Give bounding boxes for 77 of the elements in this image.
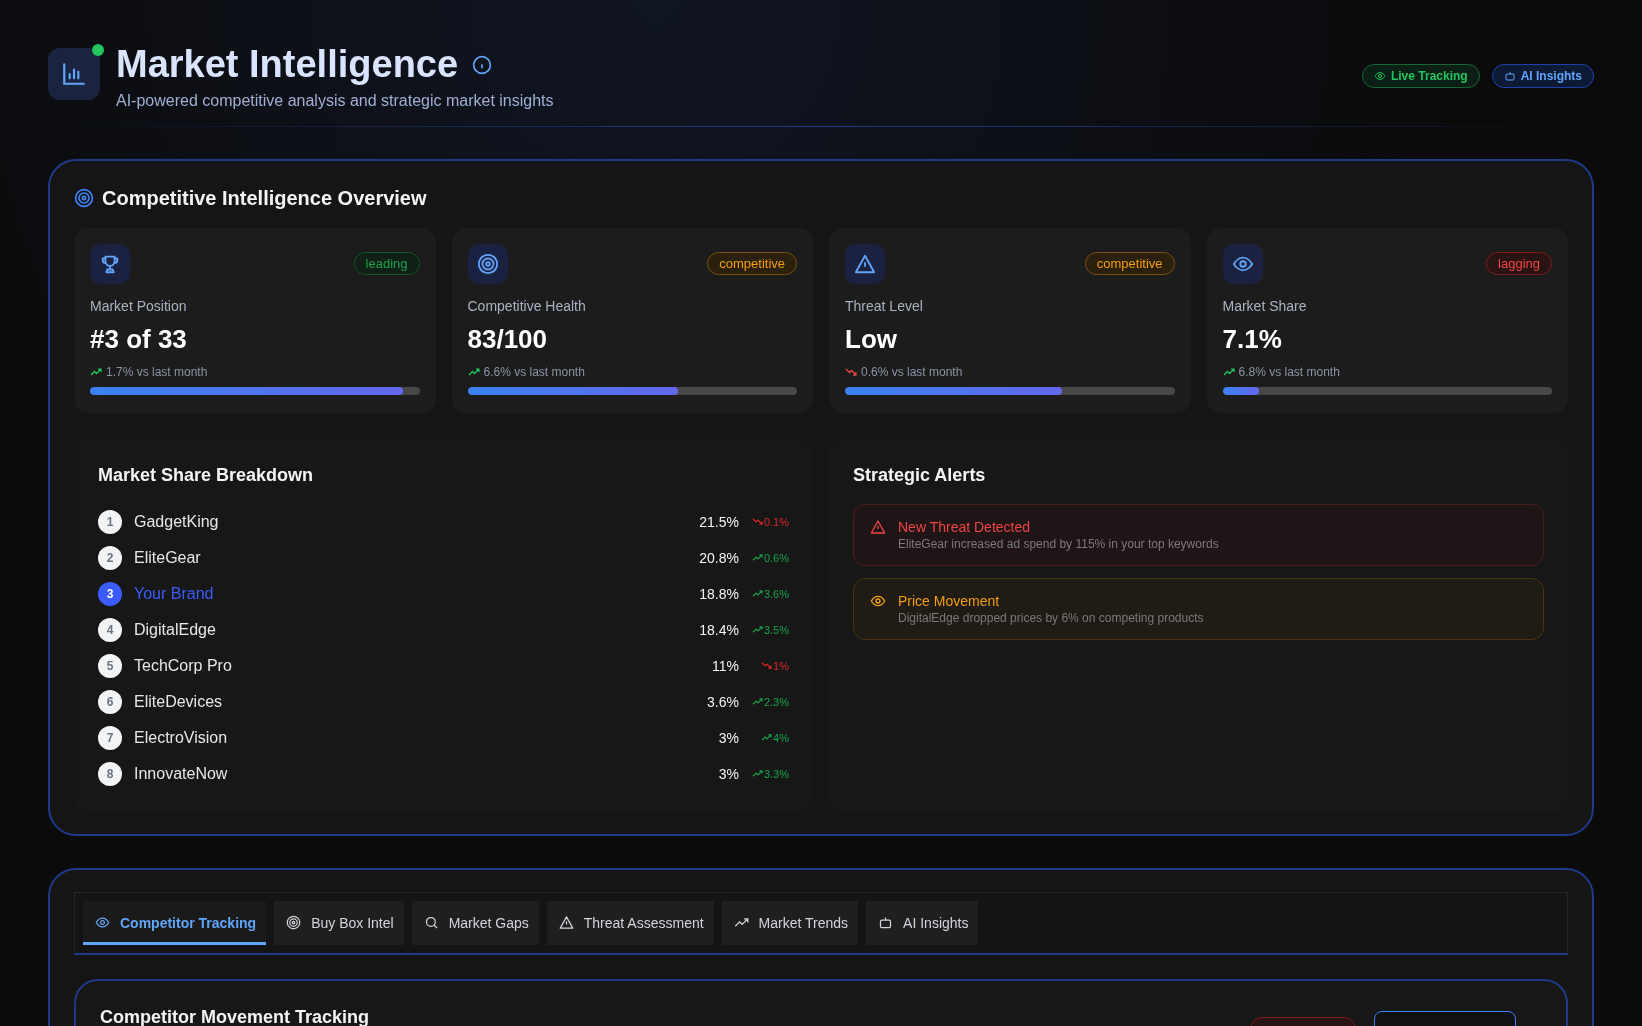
warning-icon: [854, 252, 876, 275]
rank-badge: 5: [98, 653, 122, 678]
tab[interactable]: AI Insights: [866, 900, 979, 945]
rank-badge: 8: [98, 761, 122, 786]
tab[interactable]: Competitor Tracking: [83, 900, 267, 945]
share-value: 18.4%: [699, 621, 739, 638]
rank-badge: 7: [98, 725, 122, 750]
share-value: 18.8%: [699, 585, 739, 602]
share-value: 3.6%: [707, 693, 739, 710]
rank-badge: 3: [98, 581, 122, 606]
live-tracking-badge: Live Tracking: [1361, 64, 1480, 88]
tab[interactable]: Buy Box Intel: [274, 900, 404, 945]
status-badge: competitive: [1084, 251, 1175, 275]
status-badge: lagging: [1486, 251, 1552, 275]
status-badge: competitive: [707, 251, 797, 275]
metric-value: 7.1%: [1222, 323, 1283, 355]
section-title: Competitive Intelligence Overview: [102, 186, 427, 210]
alert-text: DigitalEdge dropped prices by 6% on competing products: [898, 610, 1204, 625]
metric-change: 0.6% vs last month: [861, 364, 963, 379]
share-change: 0.1%: [763, 515, 789, 528]
ai-insights-badge: AI Insights: [1491, 64, 1594, 88]
share-value: 3%: [718, 765, 739, 782]
page-title: Market Intelligence: [116, 44, 459, 86]
target-icon: [74, 188, 94, 209]
tab[interactable]: Market Trends: [721, 900, 859, 945]
alerts-title: Strategic Alerts: [853, 464, 987, 486]
rank-badge: 6: [98, 689, 122, 714]
rank-badge: 1: [98, 509, 122, 534]
competitor-name: EliteDevices: [134, 692, 224, 711]
competitor-name: GadgetKing: [134, 512, 220, 531]
competitor-name: Your Brand: [134, 584, 215, 603]
warning-icon: [870, 518, 886, 535]
share-change: 3.6%: [763, 587, 789, 600]
share-value: 20.8%: [699, 549, 739, 566]
competitor-name: DigitalEdge: [134, 620, 217, 639]
share-value: 3%: [718, 729, 739, 746]
alert-title: New Threat Detected: [898, 518, 1032, 535]
share-value: 11%: [712, 657, 739, 674]
tab[interactable]: Threat Assessment: [546, 900, 714, 945]
target-icon: [476, 252, 499, 275]
status-badge: leading: [353, 251, 420, 275]
eye-icon: [95, 915, 110, 931]
metric-label: Market Share: [1222, 297, 1308, 314]
metric-label: Threat Level: [845, 297, 924, 314]
metric-value: #3 of 33: [90, 323, 188, 355]
metric-value: 83/100: [467, 323, 549, 355]
competitor-name: TechCorp Pro: [134, 656, 233, 675]
search-icon: [423, 915, 439, 931]
breakdown-title: Market Share Breakdown: [98, 464, 315, 486]
share-change: 3.5%: [763, 623, 789, 636]
tracking-title: Competitor Movement Tracking: [100, 1006, 370, 1026]
share-value: 21.5%: [699, 513, 739, 530]
share-change: 4%: [773, 731, 789, 744]
target-icon: [286, 915, 302, 931]
page-subtitle: AI-powered competitive analysis and strategic market insights: [116, 91, 555, 110]
bar-chart-icon: [61, 61, 87, 87]
robot-icon: [878, 915, 894, 931]
info-icon[interactable]: [472, 54, 493, 75]
rank-badge: 4: [98, 617, 122, 642]
alert-title: Price Movement: [898, 592, 1001, 609]
metric-value: Low: [845, 323, 898, 355]
rank-badge: 2: [98, 545, 122, 570]
competitor-name: ElectroVision: [134, 728, 229, 747]
share-change: 1%: [773, 659, 789, 672]
metric-change: 6.6% vs last month: [483, 364, 585, 379]
share-change: 3.3%: [763, 767, 789, 780]
warning-icon: [558, 915, 574, 931]
share-change: 2.3%: [763, 695, 789, 708]
metric-change: 1.7% vs last month: [106, 364, 208, 379]
competitor-name: EliteGear: [134, 548, 202, 567]
alert-text: EliteGear increased ad spend by 115% in your top keywords: [898, 536, 1219, 551]
share-change: 0.6%: [763, 551, 789, 564]
metric-change: 6.8% vs last month: [1238, 364, 1340, 379]
competitor-name: InnovateNow: [134, 764, 229, 783]
metric-label: Market Position: [90, 297, 188, 314]
tab[interactable]: Market Gaps: [411, 900, 539, 945]
metric-label: Competitive Health: [467, 297, 587, 314]
